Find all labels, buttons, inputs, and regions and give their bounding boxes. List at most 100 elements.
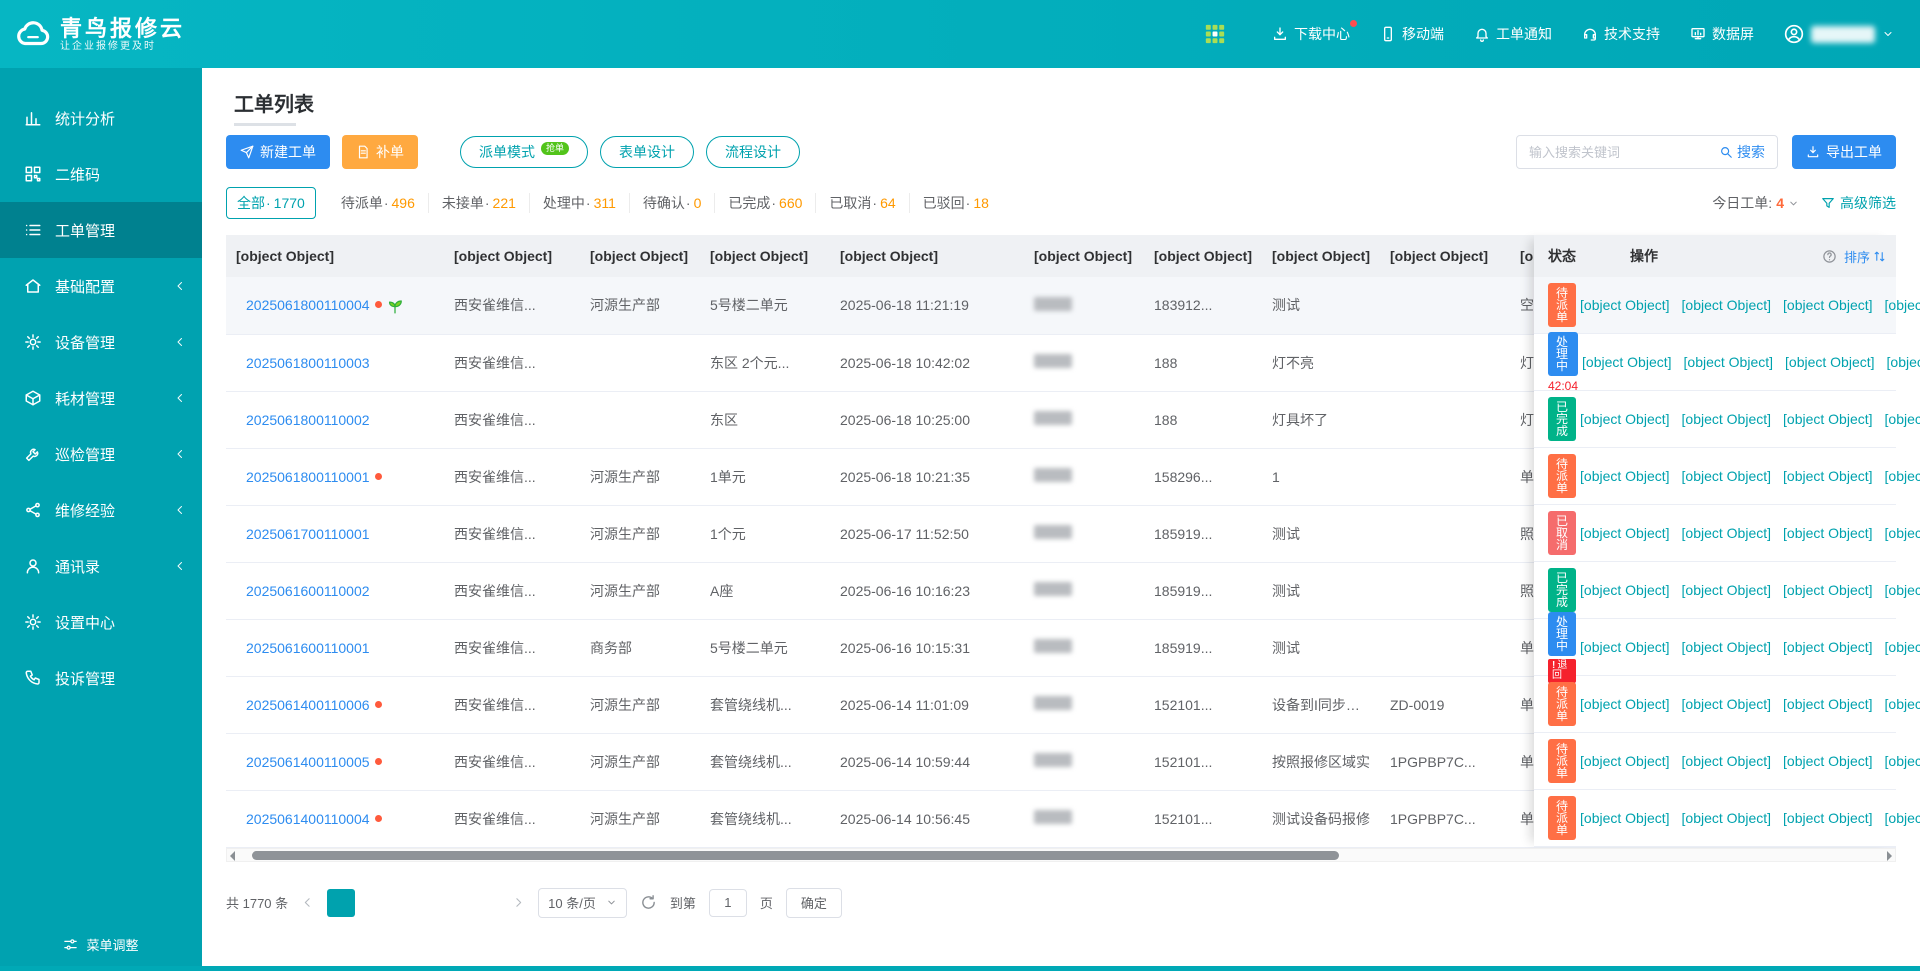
column-header[interactable]: [object Object] bbox=[444, 235, 580, 277]
column-header[interactable]: [object Object] bbox=[580, 235, 700, 277]
op-link[interactable]: [object Object] bbox=[1580, 639, 1670, 655]
page-button[interactable] bbox=[327, 888, 356, 917]
scroll-left-arrow[interactable] bbox=[230, 850, 235, 861]
order-number-link[interactable]: 2025061600110002 bbox=[246, 583, 370, 599]
horizontal-scrollbar[interactable] bbox=[226, 847, 1896, 862]
op-link[interactable]: [object Object] bbox=[1885, 696, 1920, 712]
dispatch-mode-button[interactable]: 派单模式 抢单 bbox=[460, 136, 589, 168]
order-number-link[interactable]: 2025061600110001 bbox=[246, 640, 370, 656]
sidebar-item[interactable]: 投诉管理 bbox=[0, 650, 202, 706]
op-link[interactable]: [object Object] bbox=[1885, 582, 1920, 598]
menu-adjust-button[interactable]: 菜单调整 bbox=[0, 927, 202, 961]
op-link[interactable]: [object Object] bbox=[1885, 753, 1920, 769]
order-number-link[interactable]: 2025061400110004 bbox=[246, 811, 370, 827]
sidebar-item[interactable]: 基础配置 bbox=[0, 258, 202, 314]
op-link[interactable]: [object Object] bbox=[1783, 582, 1873, 598]
sidebar-item[interactable]: 设置中心 bbox=[0, 594, 202, 650]
prev-page-button[interactable] bbox=[301, 896, 314, 909]
op-link[interactable]: [object Object] bbox=[1682, 582, 1772, 598]
op-link[interactable]: [object Object] bbox=[1783, 411, 1873, 427]
op-link[interactable]: [object Object] bbox=[1580, 525, 1670, 541]
sidebar-item[interactable]: 通讯录 bbox=[0, 538, 202, 594]
order-number-link[interactable]: 2025061700110001 bbox=[246, 526, 370, 542]
order-number-link[interactable]: 2025061400110006 bbox=[246, 697, 370, 713]
op-link[interactable]: [object Object] bbox=[1785, 354, 1875, 370]
today-orders-dropdown[interactable]: 今日工单: 4 bbox=[1712, 193, 1799, 213]
top-nav-item[interactable]: 工单通知 bbox=[1474, 24, 1552, 44]
column-header[interactable]: [object Object] bbox=[1262, 235, 1380, 277]
op-link[interactable]: [object Object] bbox=[1885, 810, 1920, 826]
op-link[interactable]: [object Object] bbox=[1580, 411, 1670, 427]
user-menu[interactable] bbox=[1784, 24, 1894, 44]
new-order-button[interactable]: 新建工单 bbox=[226, 135, 330, 169]
column-header[interactable]: [object Object] bbox=[700, 235, 830, 277]
status-column-header[interactable]: 状态 bbox=[1534, 246, 1630, 266]
page-size-select[interactable]: 10 条/页 bbox=[538, 887, 627, 918]
top-nav-item[interactable]: 数据屏 bbox=[1690, 24, 1754, 44]
sidebar-item[interactable]: 统计分析 bbox=[0, 90, 202, 146]
search-button[interactable]: 搜索 bbox=[1707, 136, 1777, 168]
flow-design-button[interactable]: 流程设计 bbox=[706, 136, 801, 168]
form-design-button[interactable]: 表单设计 bbox=[600, 136, 695, 168]
order-number-link[interactable]: 2025061400110005 bbox=[246, 754, 370, 770]
column-header[interactable]: [object Object] bbox=[1380, 235, 1510, 277]
status-filter-tab[interactable]: 已驳回 · 18 bbox=[908, 193, 1002, 213]
op-link[interactable]: [object Object] bbox=[1885, 297, 1920, 313]
sidebar-item[interactable]: 巡检管理 bbox=[0, 426, 202, 482]
op-link[interactable]: [object Object] bbox=[1682, 411, 1772, 427]
goto-page-input[interactable] bbox=[708, 888, 747, 917]
op-link[interactable]: [object Object] bbox=[1580, 468, 1670, 484]
op-link[interactable]: [object Object] bbox=[1580, 696, 1670, 712]
page-button[interactable] bbox=[471, 889, 499, 917]
op-link[interactable]: [object Object] bbox=[1580, 582, 1670, 598]
op-link[interactable]: [object Object] bbox=[1582, 354, 1672, 370]
op-link[interactable]: [object Object] bbox=[1783, 468, 1873, 484]
op-link[interactable]: [object Object] bbox=[1783, 297, 1873, 313]
order-number-link[interactable]: 2025061800110003 bbox=[246, 355, 370, 371]
apps-grid-icon[interactable] bbox=[1204, 23, 1226, 45]
scroll-right-arrow[interactable] bbox=[1887, 850, 1892, 861]
next-page-button[interactable] bbox=[512, 896, 525, 909]
help-icon[interactable] bbox=[1822, 249, 1837, 264]
sidebar-item[interactable]: 二维码 bbox=[0, 146, 202, 202]
confirm-button[interactable]: 确定 bbox=[785, 887, 842, 918]
page-button[interactable] bbox=[399, 889, 427, 917]
page-button[interactable] bbox=[435, 889, 463, 917]
top-nav-item[interactable]: 移动端 bbox=[1380, 24, 1444, 44]
op-link[interactable]: [object Object] bbox=[1783, 525, 1873, 541]
op-link[interactable]: [object Object] bbox=[1682, 297, 1772, 313]
status-filter-tab[interactable]: 处理中 · 311 bbox=[528, 193, 629, 213]
sidebar-item[interactable]: 工单管理 bbox=[0, 202, 202, 258]
op-link[interactable]: [object Object] bbox=[1887, 354, 1920, 370]
order-number-link[interactable]: 2025061800110004 bbox=[246, 297, 370, 313]
op-link[interactable]: [object Object] bbox=[1682, 696, 1772, 712]
order-number-link[interactable]: 2025061800110001 bbox=[246, 469, 370, 485]
search-input[interactable] bbox=[1517, 144, 1707, 160]
op-link[interactable]: [object Object] bbox=[1885, 639, 1920, 655]
status-filter-tab[interactable]: 已取消 · 64 bbox=[815, 193, 908, 213]
top-nav-item[interactable]: 下载中心 bbox=[1272, 20, 1357, 44]
top-nav-item[interactable]: 技术支持 bbox=[1582, 24, 1660, 44]
column-header[interactable]: [object Object] bbox=[1144, 235, 1262, 277]
op-link[interactable]: [object Object] bbox=[1885, 525, 1920, 541]
status-filter-tab[interactable]: 全部 · 1770 bbox=[226, 187, 316, 219]
sidebar-item[interactable]: 维修经验 bbox=[0, 482, 202, 538]
op-link[interactable]: [object Object] bbox=[1580, 753, 1670, 769]
op-link[interactable]: [object Object] bbox=[1684, 354, 1774, 370]
op-link[interactable]: [object Object] bbox=[1783, 753, 1873, 769]
sidebar-item[interactable]: 耗材管理 bbox=[0, 370, 202, 426]
op-link[interactable]: [object Object] bbox=[1580, 810, 1670, 826]
op-link[interactable]: [object Object] bbox=[1783, 810, 1873, 826]
page-button[interactable] bbox=[363, 889, 391, 917]
column-header[interactable]: [object Object] bbox=[1024, 235, 1144, 277]
advanced-filter-button[interactable]: 高级筛选 bbox=[1821, 193, 1896, 213]
op-link[interactable]: [object Object] bbox=[1580, 297, 1670, 313]
export-orders-button[interactable]: 导出工单 bbox=[1792, 135, 1896, 169]
op-link[interactable]: [object Object] bbox=[1885, 411, 1920, 427]
sort-button[interactable]: 排序 bbox=[1844, 247, 1886, 266]
status-filter-tab[interactable]: 待确认 · 0 bbox=[628, 193, 714, 213]
column-header[interactable]: [object Object] bbox=[226, 235, 444, 277]
status-filter-tab[interactable]: 未接单 · 221 bbox=[427, 193, 529, 213]
op-link[interactable]: [object Object] bbox=[1783, 639, 1873, 655]
op-link[interactable]: [object Object] bbox=[1885, 468, 1920, 484]
